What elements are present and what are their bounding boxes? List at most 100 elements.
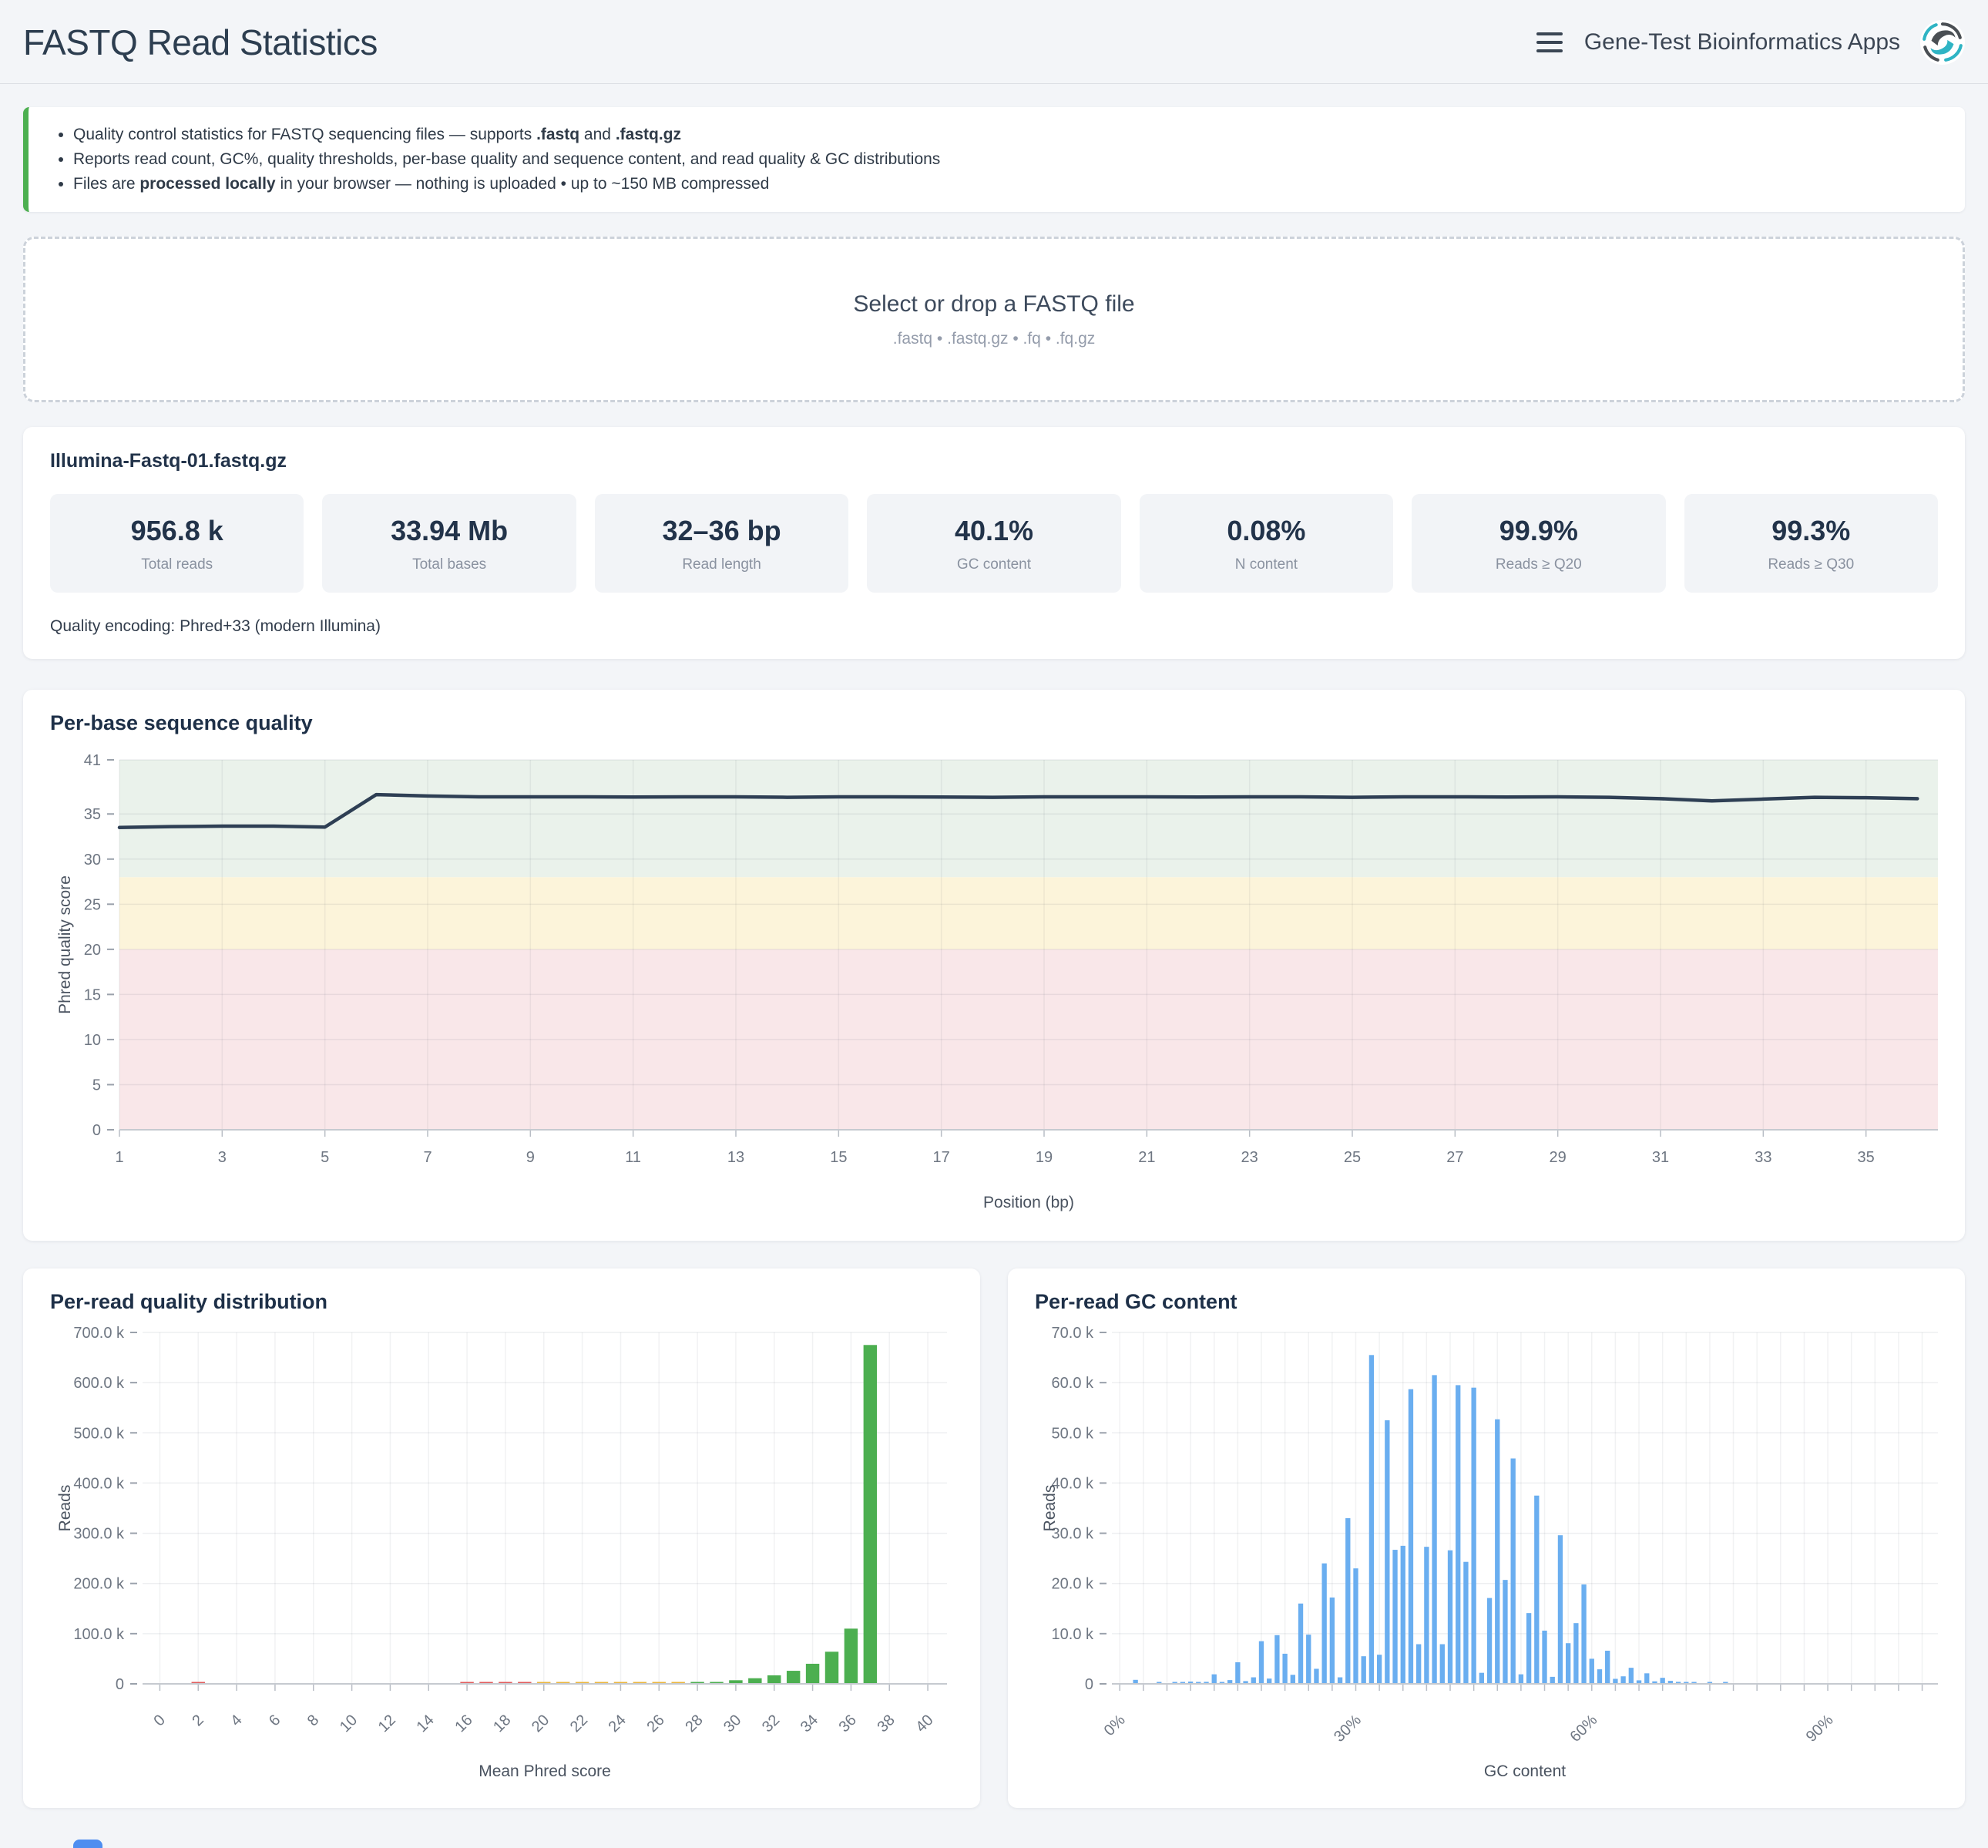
- bar-x39: [1424, 1547, 1429, 1684]
- svg-text:0: 0: [92, 1122, 101, 1139]
- svg-text:400.0 k: 400.0 k: [73, 1475, 125, 1492]
- partially-visible-button[interactable]: [73, 1840, 102, 1848]
- bar-x36: [1401, 1546, 1405, 1684]
- bar-x34: [806, 1664, 819, 1684]
- svg-text:30%: 30%: [1331, 1712, 1365, 1746]
- distribution-charts-row: Per-read quality distribution 0 100.0 k 20…: [23, 1268, 1965, 1808]
- svg-text:GC content: GC content: [1484, 1762, 1566, 1780]
- bar-x25: [1314, 1668, 1318, 1684]
- svg-text:6: 6: [266, 1712, 284, 1729]
- bar-x45: [1471, 1388, 1476, 1684]
- bar-x44: [1463, 1562, 1468, 1684]
- svg-text:100.0 k: 100.0 k: [73, 1626, 125, 1643]
- stat-label: Total bases: [328, 556, 569, 573]
- bar-x15: [1235, 1662, 1240, 1684]
- svg-text:41: 41: [84, 752, 101, 769]
- stat-label: Read length: [601, 556, 842, 573]
- bar-x36: [845, 1628, 858, 1684]
- info-bullet-local-processing: Files are processed locally in your brow…: [73, 172, 1942, 197]
- bar-x35: [825, 1651, 838, 1684]
- gc-content-chart: 010.0 k20.0 k30.0 k40.0 k50.0 k60.0 k70.…: [1035, 1322, 1938, 1788]
- file-dropzone[interactable]: Select or drop a FASTQ file .fastq • .fa…: [23, 237, 1965, 402]
- bar-x55: [1550, 1677, 1555, 1684]
- svg-text:70.0 k: 70.0 k: [1052, 1325, 1094, 1342]
- svg-text:500.0 k: 500.0 k: [73, 1425, 125, 1442]
- svg-text:28: 28: [682, 1712, 706, 1735]
- stat-value: 32–36 bp: [601, 515, 842, 547]
- svg-text:1: 1: [115, 1149, 123, 1166]
- stat-card: 99.3%Reads ≥ Q30: [1684, 494, 1938, 593]
- bar-x20: [1274, 1635, 1279, 1684]
- gc-content-card: Per-read GC content 010.0 k20.0 k30.0 k4…: [1008, 1268, 1965, 1808]
- bar-x17: [1251, 1678, 1256, 1684]
- bar-x42: [1448, 1551, 1452, 1684]
- svg-text:90%: 90%: [1803, 1712, 1837, 1746]
- stat-card: 99.9% Reads ≥ Q20: [1412, 494, 1665, 593]
- svg-text:10.0 k: 10.0 k: [1052, 1626, 1094, 1643]
- svg-text:300.0 k: 300.0 k: [73, 1526, 125, 1543]
- quality-encoding-note: Quality encoding: Phred+33 (modern Illum…: [50, 617, 1938, 636]
- svg-text:30: 30: [84, 852, 101, 869]
- bar-x38: [1416, 1645, 1421, 1684]
- dropzone-formats: .fastq • .fastq.gz • .fq • .fq.gz: [893, 330, 1096, 348]
- read-quality-distribution-title: Per-read quality distribution: [50, 1290, 953, 1314]
- app-suite-label[interactable]: Gene-Test Bioinformatics Apps: [1584, 29, 1900, 55]
- svg-text:26: 26: [643, 1712, 667, 1735]
- svg-text:0%: 0%: [1101, 1712, 1129, 1739]
- bar-x57: [1566, 1643, 1570, 1684]
- svg-text:35: 35: [84, 806, 101, 823]
- stat-label: Reads ≥ Q20: [1418, 556, 1659, 573]
- svg-text:18: 18: [490, 1712, 514, 1735]
- bar-x51: [1519, 1675, 1523, 1684]
- bar-x33: [1377, 1655, 1382, 1684]
- stat-value: 0.08%: [1146, 515, 1387, 547]
- svg-text:5: 5: [321, 1149, 329, 1166]
- stat-label: Reads ≥ Q30: [1691, 556, 1932, 573]
- bar-x67: [1644, 1673, 1649, 1684]
- svg-text:30: 30: [720, 1712, 744, 1735]
- brand-logo-icon[interactable]: [1920, 20, 1965, 65]
- bar-x41: [1440, 1645, 1445, 1684]
- stat-label: N content: [1146, 556, 1387, 573]
- dropzone-title: Select or drop a FASTQ file: [853, 291, 1134, 318]
- svg-text:7: 7: [423, 1149, 432, 1166]
- svg-text:0: 0: [116, 1676, 124, 1693]
- bar-x31: [748, 1678, 761, 1684]
- svg-text:35: 35: [1858, 1149, 1875, 1166]
- svg-text:25: 25: [84, 896, 101, 913]
- svg-text:Reads: Reads: [1041, 1485, 1059, 1532]
- svg-text:20: 20: [84, 942, 101, 959]
- bar-x64: [1620, 1676, 1625, 1684]
- stat-card: 40.1%GC content: [867, 494, 1120, 593]
- svg-text:21: 21: [1138, 1149, 1155, 1166]
- svg-text:23: 23: [1241, 1149, 1258, 1166]
- bar-x24: [1306, 1635, 1311, 1684]
- svg-text:36: 36: [836, 1712, 860, 1735]
- bar-x22: [1291, 1675, 1295, 1684]
- bar-x59: [1581, 1584, 1586, 1684]
- bar-x33: [787, 1671, 800, 1684]
- bar-x12: [1212, 1675, 1217, 1684]
- svg-text:14: 14: [414, 1712, 438, 1735]
- svg-text:34: 34: [798, 1712, 821, 1735]
- stats-row: 956.8 kTotal reads33.94 MbTotal bases32–…: [50, 494, 1938, 593]
- bar-x31: [1362, 1656, 1366, 1684]
- stat-value: 956.8 k: [56, 515, 297, 547]
- svg-text:22: 22: [567, 1712, 591, 1735]
- svg-text:0: 0: [151, 1712, 169, 1729]
- stat-card: 0.08% N content: [1140, 494, 1393, 593]
- bar-x29: [1345, 1518, 1350, 1684]
- menu-icon[interactable]: [1535, 29, 1564, 55]
- per_read_quality-svg: 0100.0 k200.0 k300.0 k400.0 k500.0 k600.…: [50, 1322, 953, 1784]
- summary-card: Illumina-Fastq-01.fastq.gz 956.8 kTotal …: [23, 427, 1965, 659]
- svg-text:20.0 k: 20.0 k: [1052, 1576, 1094, 1593]
- svg-text:700.0 k: 700.0 k: [73, 1325, 125, 1342]
- bar-x60: [1590, 1658, 1594, 1684]
- bar-x43: [1456, 1385, 1460, 1684]
- svg-text:17: 17: [933, 1149, 950, 1166]
- stat-value: 99.9%: [1418, 515, 1659, 547]
- svg-text:0: 0: [1085, 1676, 1093, 1693]
- info-bullet-reports: Reports read count, GC%, quality thresho…: [73, 147, 1942, 172]
- svg-text:25: 25: [1344, 1149, 1361, 1166]
- svg-text:5: 5: [92, 1077, 101, 1094]
